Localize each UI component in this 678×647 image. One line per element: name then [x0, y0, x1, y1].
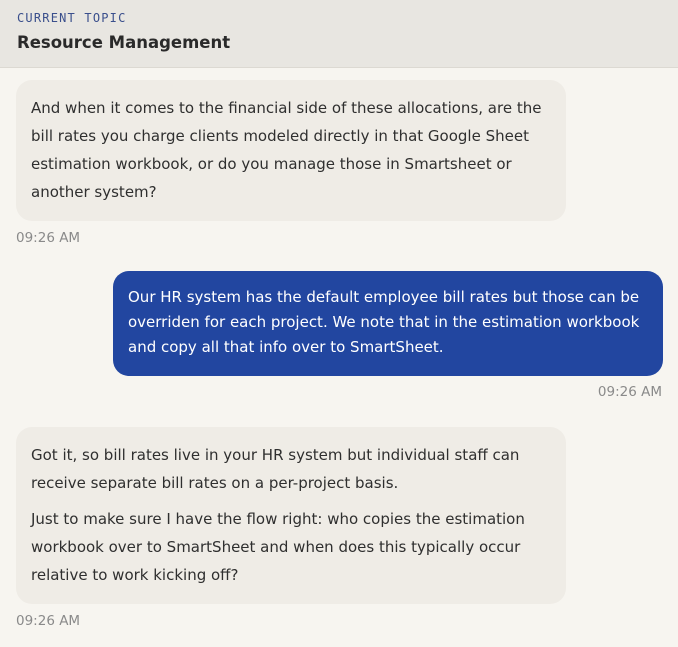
user-message: Our HR system has the default employee b… — [113, 271, 663, 376]
topic-title: Resource Management — [17, 33, 231, 52]
message-text: Got it, so bill rates live in your HR sy… — [31, 446, 520, 492]
message-timestamp: 09:26 AM — [597, 384, 662, 400]
assistant-message: And when it comes to the financial side … — [16, 80, 566, 221]
message-timestamp: 09:26 AM — [16, 230, 81, 246]
assistant-message: Got it, so bill rates live in your HR sy… — [16, 427, 566, 604]
message-text: Just to make sure I have the flow right:… — [31, 510, 525, 584]
message-text: Our HR system has the default employee b… — [128, 288, 640, 356]
message-text: And when it comes to the financial side … — [31, 99, 542, 201]
message-timestamp: 09:26 AM — [16, 613, 81, 629]
topic-label: CURRENT TOPIC — [17, 11, 127, 25]
topic-header: CURRENT TOPIC Resource Management — [0, 0, 678, 68]
